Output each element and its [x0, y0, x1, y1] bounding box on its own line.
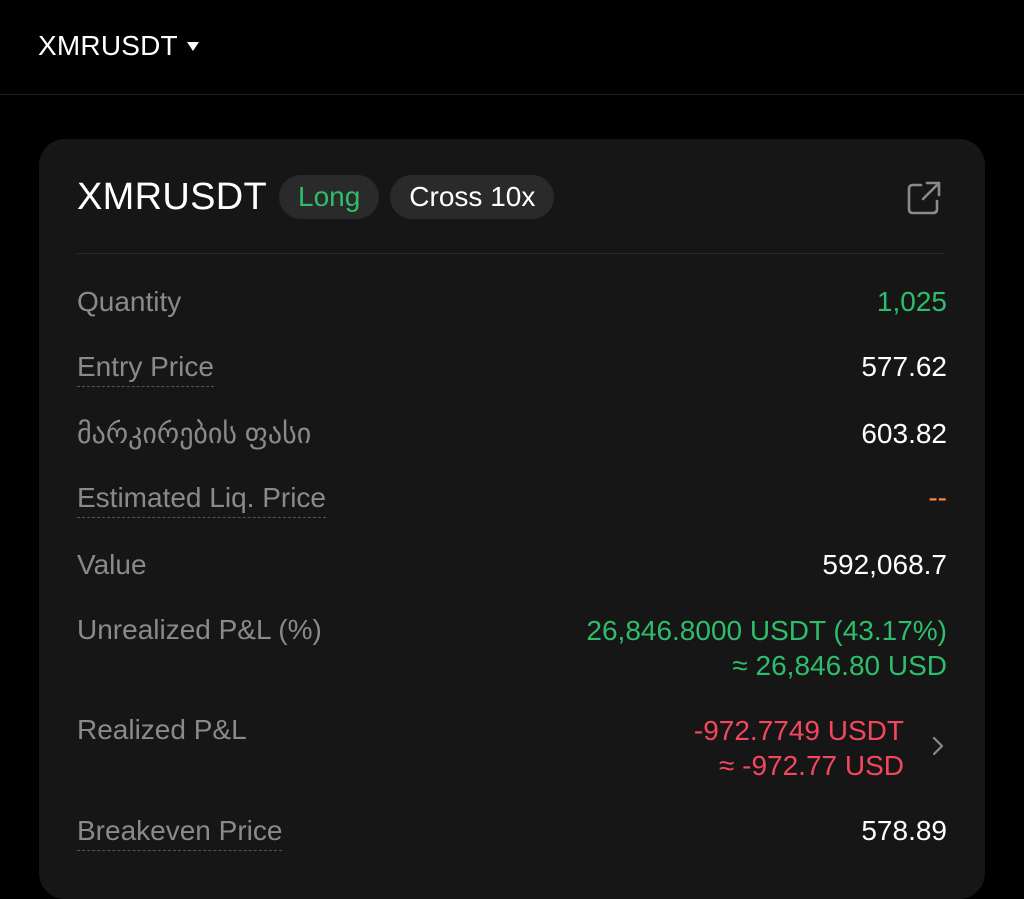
value-value: 592,068.7 [822, 549, 947, 580]
chevron-right-icon[interactable] [931, 735, 945, 757]
side-badge: Long [279, 175, 380, 219]
unrealized-pnl-values: 26,846.8000 USDT (43.17%) ≈ 26,846.80 US… [586, 613, 947, 683]
entry-price-label[interactable]: Entry Price [77, 350, 214, 387]
position-header: XMRUSDT Long Cross 10x [77, 175, 555, 219]
header-divider [77, 253, 945, 254]
symbol-selector-label: XMRUSDT [38, 30, 178, 61]
realized-pnl-values: -972.7749 USDT ≈ -972.77 USD [694, 713, 904, 783]
top-bar: XMRUSDT [0, 0, 1024, 95]
realized-pnl-label: Realized P&L [77, 714, 247, 745]
breakeven-price-value: 578.89 [861, 815, 947, 846]
share-external-icon[interactable] [905, 179, 943, 217]
liq-price-value: -- [928, 482, 947, 513]
quantity-label: Quantity [77, 286, 182, 317]
position-symbol: XMRUSDT [77, 175, 267, 218]
realized-pnl-usd: ≈ -972.77 USD [718, 750, 904, 781]
caret-down-icon [186, 42, 199, 51]
liq-price-label[interactable]: Estimated Liq. Price [77, 481, 326, 518]
breakeven-price-label[interactable]: Breakeven Price [77, 814, 283, 851]
entry-price-value: 577.62 [861, 351, 947, 382]
symbol-selector[interactable]: XMRUSDT [38, 30, 200, 62]
margin-mode-badge[interactable]: Cross 10x [390, 175, 555, 219]
position-card: XMRUSDT Long Cross 10x Quantity 1,025 En… [39, 139, 985, 899]
unrealized-pnl-label: Unrealized P&L (%) [77, 614, 322, 645]
realized-pnl-usdt: -972.7749 USDT [693, 715, 904, 746]
mark-price-label: მარკირების ფასი [77, 418, 312, 449]
quantity-value: 1,025 [876, 286, 947, 317]
value-label: Value [77, 549, 147, 580]
unrealized-pnl-usdt: 26,846.8000 USDT (43.17%) [586, 615, 947, 646]
mark-price-value: 603.82 [861, 418, 947, 449]
unrealized-pnl-usd: ≈ 26,846.80 USD [732, 650, 947, 681]
